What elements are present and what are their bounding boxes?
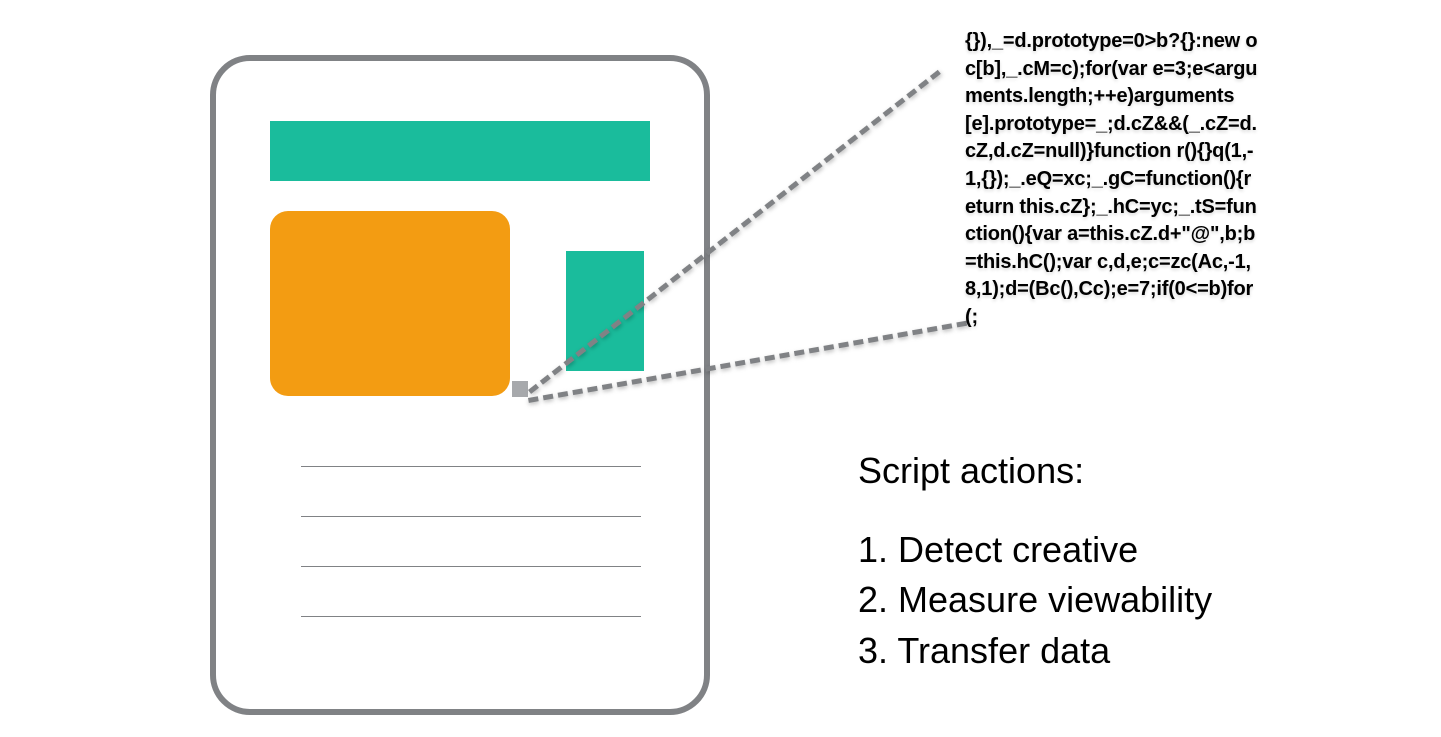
script-actions-list: 1. Detect creative 2. Measure viewabilit… — [858, 525, 1212, 676]
text-line — [301, 566, 641, 567]
phone-frame — [210, 55, 710, 715]
creative-ad-block — [270, 211, 510, 396]
list-item: 2. Measure viewability — [858, 575, 1212, 625]
text-line — [301, 466, 641, 467]
script-actions-heading: Script actions: — [858, 450, 1084, 492]
list-item: 1. Detect creative — [858, 525, 1212, 575]
header-banner — [270, 121, 650, 181]
tracking-pixel — [512, 381, 528, 397]
script-code-snippet: {}),_=d.prototype=0>b?{}:new oc[b],_.cM=… — [965, 28, 1260, 332]
list-item: 3. Transfer data — [858, 626, 1212, 676]
text-line — [301, 516, 641, 517]
text-line — [301, 616, 641, 617]
